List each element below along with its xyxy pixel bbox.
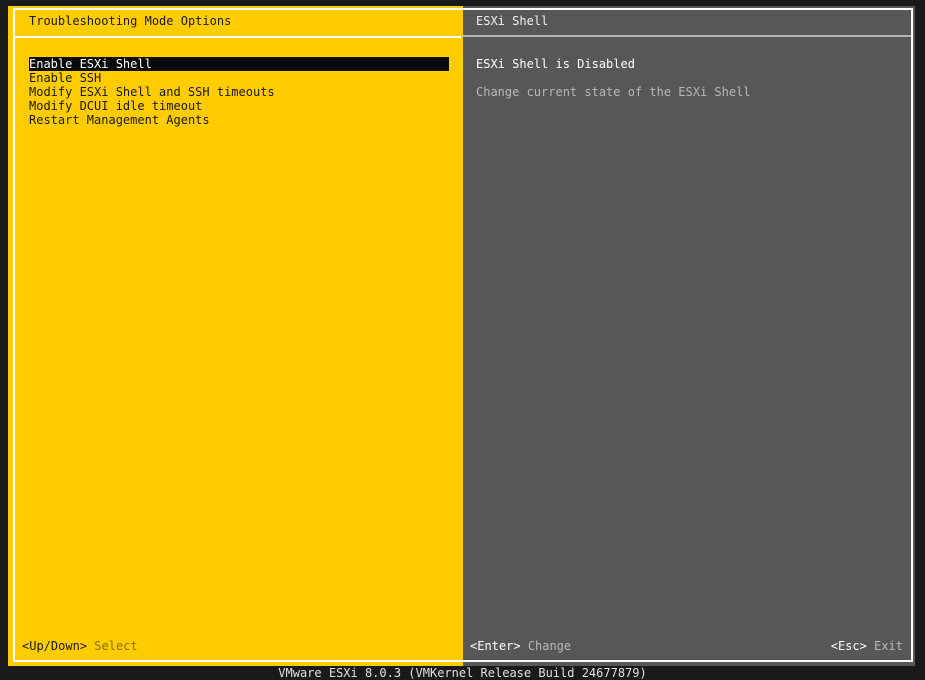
frame-border-left: [13, 8, 15, 662]
exit-hint[interactable]: <Esc> Exit: [831, 639, 903, 653]
dcui-screen: Troubleshooting Mode Options ESXi Shell …: [0, 0, 925, 680]
shell-status-text: ESXi Shell is Disabled: [476, 57, 635, 71]
version-footer: VMware ESXi 8.0.3 (VMKernel Release Buil…: [278, 666, 647, 680]
updown-key-label: <Up/Down>: [22, 639, 88, 653]
esc-key-label: <Esc>: [830, 639, 867, 653]
menu-item-modify-shell-ssh-timeouts[interactable]: Modify ESXi Shell and SSH timeouts: [29, 85, 449, 99]
menu-item-modify-dcui-idle-timeout[interactable]: Modify DCUI idle timeout: [29, 99, 449, 113]
select-hint: <Up/Down> Select: [22, 639, 138, 653]
option-description: Change current state of the ESXi Shell: [476, 85, 751, 99]
enter-key-label: <Enter>: [470, 639, 521, 653]
exit-action-label: Exit: [874, 639, 903, 653]
frame-border-right: [911, 8, 913, 662]
options-panel-title: Troubleshooting Mode Options: [29, 14, 232, 28]
menu-item-enable-ssh[interactable]: Enable SSH: [29, 71, 449, 85]
options-title-divider: [13, 36, 461, 38]
select-action-label: Select: [94, 639, 138, 653]
troubleshooting-options-menu: Enable ESXi Shell Enable SSH Modify ESXi…: [29, 57, 449, 127]
details-title-divider: [463, 35, 911, 37]
frame-border-bottom: [13, 660, 913, 662]
menu-item-enable-esxi-shell[interactable]: Enable ESXi Shell: [29, 57, 449, 71]
frame-border-top: [13, 8, 913, 10]
details-panel-title: ESXi Shell: [476, 14, 549, 28]
change-action-label: Change: [527, 639, 572, 653]
details-panel: [463, 6, 915, 666]
menu-item-restart-management-agents[interactable]: Restart Management Agents: [29, 113, 449, 127]
change-hint[interactable]: <Enter> Change: [470, 639, 571, 653]
